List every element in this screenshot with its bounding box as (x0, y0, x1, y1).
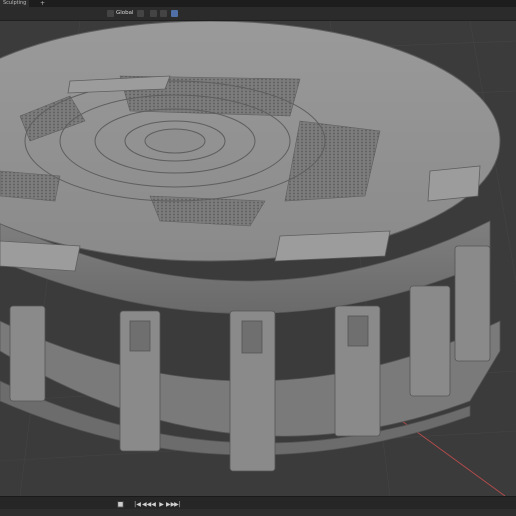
timeline-scrubber[interactable] (0, 509, 516, 516)
scene-render (0, 21, 516, 496)
pivot-point-icon[interactable] (137, 10, 144, 17)
previous-keyframe-button[interactable]: ◀◀ (142, 501, 151, 508)
jump-end-button[interactable]: ▶| (174, 501, 181, 508)
play-reverse-button[interactable]: ◀ (150, 501, 157, 508)
viewport-header: Global (0, 7, 516, 21)
transform-orientation-icon[interactable] (107, 10, 114, 17)
stop-button[interactable]: ■ (117, 501, 124, 508)
timeline-editor: ■ |◀ ◀◀ ◀ ▶ ▶▶ ▶| (0, 496, 516, 516)
proportional-editing-icon[interactable] (171, 10, 178, 17)
3d-viewport[interactable] (0, 21, 516, 496)
transform-orientation-dropdown[interactable]: Global (116, 9, 134, 18)
next-keyframe-button[interactable]: ▶▶ (166, 501, 175, 508)
blender-window: Sculpting + Global ■ |◀ ◀◀ ◀ ▶ ▶▶ ▶| (0, 0, 516, 516)
add-workspace-button[interactable]: + (40, 0, 45, 7)
workspace-tab-bar: Sculpting + (0, 0, 516, 7)
jump-start-button[interactable]: |◀ (134, 501, 141, 508)
play-button[interactable]: ▶ (158, 501, 165, 508)
snap-target-icon[interactable] (160, 10, 167, 17)
workspace-tab-sculpting[interactable]: Sculpting (0, 0, 30, 7)
snap-icon[interactable] (150, 10, 157, 17)
